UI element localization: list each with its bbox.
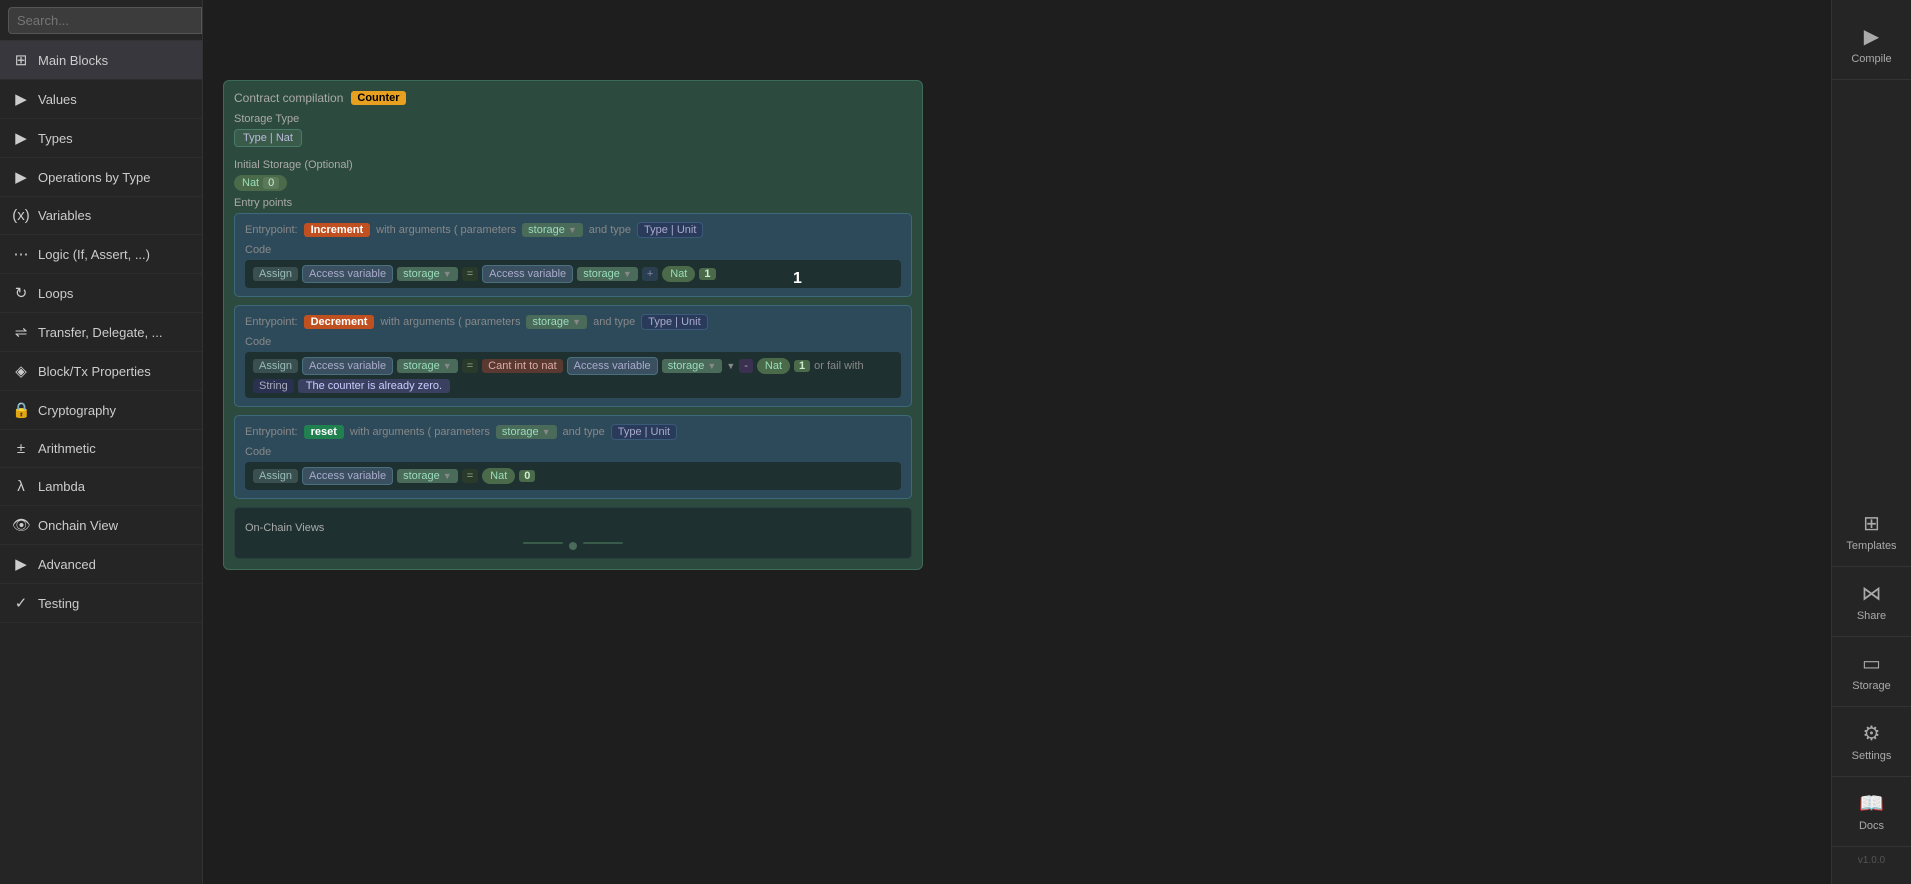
version-text: v1.0.0 (1850, 847, 1893, 874)
sidebar-item-loops[interactable]: ↻ Loops (0, 274, 202, 313)
entrypoint-header-decrement: Entrypoint: Decrement with arguments ( p… (245, 314, 901, 330)
storage-type-label: Storage Type (234, 113, 912, 125)
canvas-content: Contract compilation Counter Storage Typ… (223, 80, 923, 570)
sidebar-item-variables[interactable]: (x) Variables (0, 197, 202, 235)
assign-row-reset: Assign Access variable storage ▼ = Nat 0 (245, 462, 901, 490)
lambda-icon: λ (12, 478, 30, 495)
eye-icon: 👁 (12, 516, 30, 534)
share-button[interactable]: ⋈ Share (1832, 567, 1911, 637)
check-icon: ✓ (12, 594, 30, 612)
entry-points-label: Entry points (234, 197, 912, 209)
initial-storage-row: Nat 0 (234, 175, 912, 191)
chevron-right-icon: ▶ (12, 90, 30, 108)
compilation-label: Contract compilation (234, 91, 343, 105)
sidebar-item-label: Operations by Type (38, 170, 151, 185)
entrypoint-header-increment: Entrypoint: Increment with arguments ( p… (245, 222, 901, 238)
sidebar-item-label: Logic (If, Assert, ...) (38, 247, 150, 262)
canvas-number-label: 1 (793, 270, 802, 288)
sidebar-item-advanced[interactable]: ▶ Advanced (0, 545, 202, 584)
templates-button[interactable]: ⊞ Templates (1832, 497, 1911, 567)
search-bar: 🔍 (0, 0, 202, 41)
footer-dot (569, 542, 577, 550)
ep-name-increment: Increment (304, 223, 371, 237)
docs-label: Docs (1859, 820, 1884, 832)
sidebar-item-label: Testing (38, 596, 79, 611)
compile-label: Compile (1851, 53, 1891, 65)
loop-icon: ↻ (12, 284, 30, 302)
sidebar-item-arithmetic[interactable]: ± Arithmetic (0, 430, 202, 468)
templates-icon: ⊞ (1863, 511, 1880, 536)
contract-header: Contract compilation Counter (234, 91, 912, 105)
docs-icon: 📖 (1859, 791, 1884, 816)
sidebar-item-label: Variables (38, 208, 91, 223)
transfer-icon: ⇌ (12, 323, 30, 341)
right-panel: ▶ Compile ⊞ Templates ⋈ Share ▭ Storage … (1831, 0, 1911, 884)
sidebar-item-label: Transfer, Delegate, ... (38, 325, 163, 340)
chevron-right-icon: ▶ (12, 555, 30, 573)
sidebar-item-main-blocks[interactable]: ⊞ Main Blocks (0, 41, 202, 80)
sidebar-item-values[interactable]: ▶ Values (0, 80, 202, 119)
arithmetic-icon: ± (12, 440, 30, 457)
templates-label: Templates (1846, 540, 1896, 552)
sidebar-item-label: Main Blocks (38, 53, 108, 68)
ep-name-reset: reset (304, 425, 344, 439)
sidebar-item-label: Advanced (38, 557, 96, 572)
settings-icon: ⚙ (1863, 721, 1881, 746)
initial-storage-label: Initial Storage (Optional) (234, 159, 912, 171)
compile-button[interactable]: ▶ Compile (1832, 10, 1911, 80)
variable-icon: (x) (12, 207, 30, 224)
sidebar-item-label: Loops (38, 286, 73, 301)
storage-icon: ▭ (1862, 651, 1881, 676)
block-icon: ◈ (12, 362, 30, 380)
sidebar-item-lambda[interactable]: λ Lambda (0, 468, 202, 506)
sidebar-item-label: Onchain View (38, 518, 118, 533)
on-chain-label: On-Chain Views (245, 522, 901, 534)
contract-block: Contract compilation Counter Storage Typ… (223, 80, 923, 570)
share-icon: ⋈ (1862, 581, 1882, 606)
sidebar-item-label: Types (38, 131, 73, 146)
assign-row-decrement: Assign Access variable storage ▼ = Cant … (245, 352, 901, 398)
sidebar-item-types[interactable]: ▶ Types (0, 119, 202, 158)
sidebar-item-label: Arithmetic (38, 441, 96, 456)
sidebar-item-label: Block/Tx Properties (38, 364, 151, 379)
grid-icon: ⊞ (12, 51, 30, 69)
sidebar-item-onchain-view[interactable]: 👁 Onchain View (0, 506, 202, 545)
on-chain-section: On-Chain Views (234, 507, 912, 559)
nat-pill: Nat 0 (234, 175, 287, 191)
sidebar-item-label: Cryptography (38, 403, 116, 418)
footer-line (583, 542, 623, 544)
entrypoint-reset: Entrypoint: reset with arguments ( param… (234, 415, 912, 499)
entrypoint-decrement: Entrypoint: Decrement with arguments ( p… (234, 305, 912, 407)
storage-button[interactable]: ▭ Storage (1832, 637, 1911, 707)
sidebar-item-label: Values (38, 92, 77, 107)
sidebar-item-cryptography[interactable]: 🔒 Cryptography (0, 391, 202, 430)
sidebar-item-operations-by-type[interactable]: ▶ Operations by Type (0, 158, 202, 197)
sidebar-item-label: Lambda (38, 479, 85, 494)
on-chain-footer (245, 542, 901, 550)
lock-icon: 🔒 (12, 401, 30, 419)
settings-label: Settings (1852, 750, 1892, 762)
search-input[interactable] (8, 7, 202, 34)
assign-row-increment: Assign Access variable storage ▼ = Acces… (245, 260, 901, 288)
compile-icon: ▶ (1864, 24, 1879, 49)
entrypoint-increment: Entrypoint: Increment with arguments ( p… (234, 213, 912, 297)
sidebar-item-transfer-delegate[interactable]: ⇌ Transfer, Delegate, ... (0, 313, 202, 352)
docs-button[interactable]: 📖 Docs (1832, 777, 1911, 847)
ep-name-decrement: Decrement (304, 315, 375, 329)
chevron-right-icon: ▶ (12, 168, 30, 186)
sidebar-item-block-tx[interactable]: ◈ Block/Tx Properties (0, 352, 202, 391)
settings-button[interactable]: ⚙ Settings (1832, 707, 1911, 777)
entrypoint-header-reset: Entrypoint: reset with arguments ( param… (245, 424, 901, 440)
contract-name-badge: Counter (351, 91, 405, 105)
footer-line (523, 542, 563, 544)
logic-icon: ⋯ (12, 245, 30, 263)
storage-label: Storage (1852, 680, 1891, 692)
sidebar-item-logic[interactable]: ⋯ Logic (If, Assert, ...) (0, 235, 202, 274)
storage-type-value: Type | Nat (234, 129, 302, 147)
main-canvas[interactable]: Contract compilation Counter Storage Typ… (203, 0, 1831, 884)
sidebar: 🔍 ⊞ Main Blocks ▶ Values ▶ Types ▶ Opera… (0, 0, 203, 884)
chevron-right-icon: ▶ (12, 129, 30, 147)
sidebar-item-testing[interactable]: ✓ Testing (0, 584, 202, 623)
share-label: Share (1857, 610, 1886, 622)
